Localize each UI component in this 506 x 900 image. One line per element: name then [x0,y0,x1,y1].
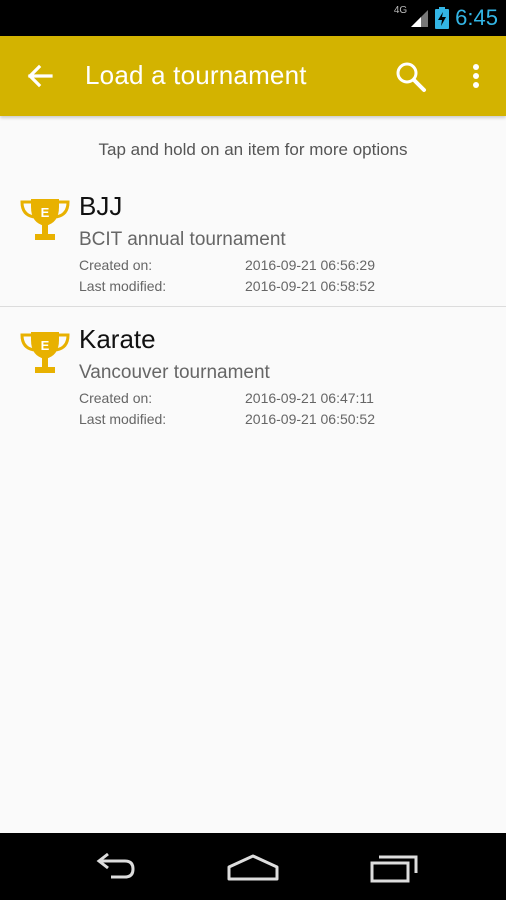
app-bar: Load a tournament [0,36,506,116]
signal-icon [411,10,429,27]
list-divider [0,306,506,307]
back-button[interactable] [18,54,62,98]
tournament-name: Karate [79,324,156,354]
modified-value: 2016-09-21 06:50:52 [245,411,375,427]
network-type-label: 4G [393,4,408,16]
trophy-icon: E [20,199,70,240]
search-icon [396,62,426,92]
hint-text: Tap and hold on an item for more options [98,140,408,159]
page-title: Load a tournament [85,60,307,90]
created-label: Created on: [79,390,153,406]
modified-label: Last modified: [79,411,167,427]
tournament-list-item[interactable]: E Karate Vancouver tournament Created on… [0,308,506,438]
more-vert-icon [473,64,479,88]
modified-label: Last modified: [79,278,167,294]
tournament-name: BJJ [79,191,123,221]
modified-value: 2016-09-21 06:58:52 [245,278,375,294]
svg-text:E: E [41,338,50,353]
nav-recents-icon [370,855,418,883]
battery-charging-icon [435,7,450,29]
svg-text:E: E [41,205,50,220]
tournament-description: Vancouver tournament [79,362,270,383]
arrow-back-icon [27,64,53,88]
nav-back-icon [96,852,135,879]
search-button[interactable] [388,54,432,98]
status-bar: 4G 6:45 [0,0,506,36]
created-value: 2016-09-21 06:56:29 [245,257,375,273]
status-clock: 6:45 [455,5,498,30]
nav-back-button[interactable] [83,847,143,887]
nav-home-icon [227,854,279,881]
created-label: Created on: [79,257,153,273]
tournament-list-item[interactable]: E BJJ BCIT annual tournament Created on:… [0,175,506,305]
navigation-bar [0,833,506,900]
overflow-menu-button[interactable] [462,54,490,98]
nav-home-button[interactable] [223,847,283,887]
tournament-description: BCIT annual tournament [79,229,286,250]
created-value: 2016-09-21 06:47:11 [245,390,374,406]
trophy-icon: E [20,332,70,373]
nav-recents-button[interactable] [366,847,426,887]
